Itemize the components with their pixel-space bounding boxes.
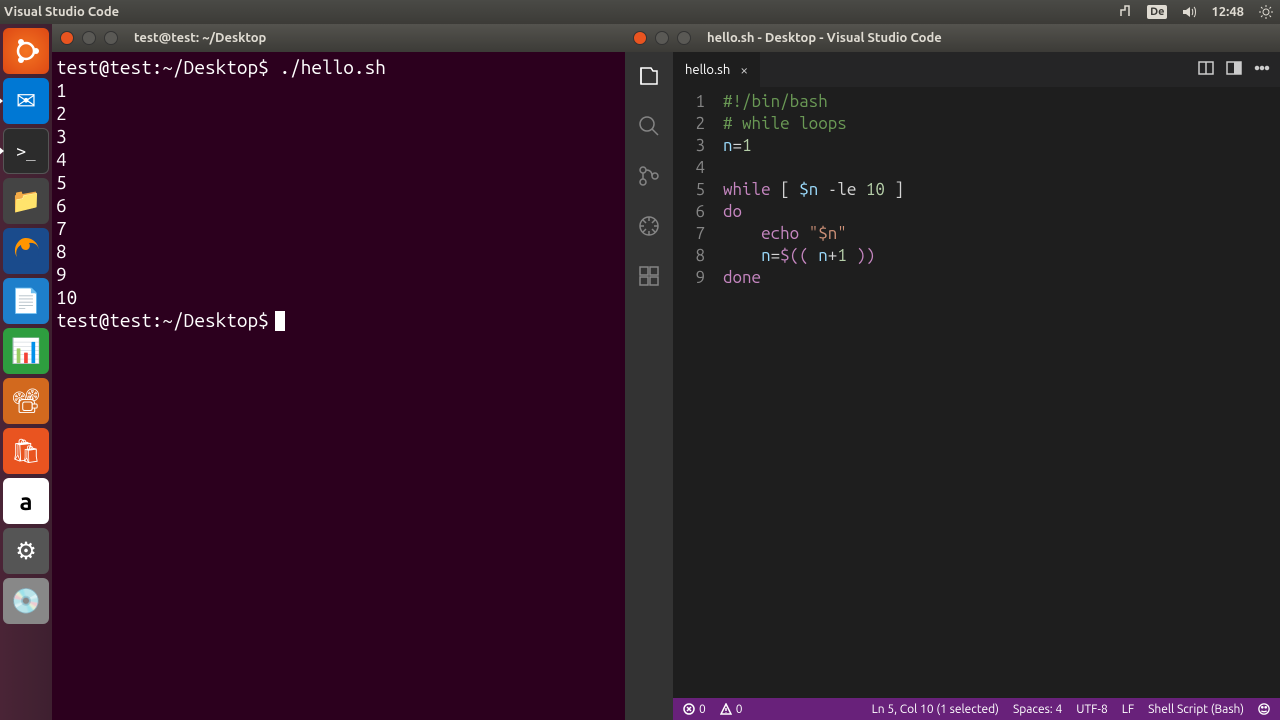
terminal-title: test@test: ~/Desktop: [134, 31, 266, 45]
unity-launcher: ✉ >_ 📁 📄 📊 📽 🛍 a ⚙ 💿: [0, 24, 52, 720]
tab-label: hello.sh: [685, 63, 730, 77]
code-content[interactable]: #!/bin/bash # while loops n=1 while [ $n…: [723, 91, 1280, 698]
minimize-button[interactable]: [82, 31, 96, 45]
code-line-3: n=1: [723, 135, 1280, 157]
split-preview-icon[interactable]: [1198, 60, 1214, 80]
status-warnings[interactable]: 0: [720, 703, 743, 716]
terminal-output: 4: [56, 148, 621, 171]
terminal-output: 1: [56, 79, 621, 102]
status-encoding[interactable]: UTF-8: [1076, 703, 1107, 716]
terminal-output: 3: [56, 125, 621, 148]
vscode-title: hello.sh - Desktop - Visual Studio Code: [707, 31, 942, 45]
launcher-terminal[interactable]: >_: [3, 128, 49, 174]
terminal-output: 10: [56, 286, 621, 309]
terminal-output: 6: [56, 194, 621, 217]
volume-icon[interactable]: [1181, 4, 1197, 20]
launcher-calc[interactable]: 📊: [3, 328, 49, 374]
terminal-prompt: test@test:~/Desktop$: [56, 309, 269, 331]
editor-area: hello.sh × 123456789 #!/bin/bash # while…: [673, 52, 1280, 720]
launcher-software[interactable]: 🛍: [3, 428, 49, 474]
network-icon[interactable]: [1117, 4, 1133, 20]
vscode-main: hello.sh × 123456789 #!/bin/bash # while…: [625, 52, 1280, 720]
minimize-button[interactable]: [655, 31, 669, 45]
terminal-output: 7: [56, 217, 621, 240]
close-button[interactable]: [633, 31, 647, 45]
terminal-titlebar[interactable]: test@test: ~/Desktop: [52, 24, 625, 52]
more-icon[interactable]: [1254, 60, 1270, 80]
gear-icon[interactable]: [1258, 4, 1274, 20]
feedback-icon[interactable]: [1258, 703, 1270, 715]
launcher-amazon[interactable]: a: [3, 478, 49, 524]
close-button[interactable]: [60, 31, 74, 45]
vscode-window: hello.sh - Desktop - Visual Studio Code …: [625, 24, 1280, 720]
extensions-icon[interactable]: [635, 262, 663, 290]
code-line-7: echo "$n": [723, 223, 1280, 245]
explorer-icon[interactable]: [635, 62, 663, 90]
system-tray: De 12:48: [1117, 4, 1280, 20]
terminal-cursor: [275, 311, 285, 331]
top-panel: Visual Studio Code De 12:48: [0, 0, 1280, 24]
source-control-icon[interactable]: [635, 162, 663, 190]
maximize-button[interactable]: [104, 31, 118, 45]
terminal-body[interactable]: test@test:~/Desktop$ ./hello.sh 1 2 3 4 …: [52, 52, 625, 720]
status-spaces[interactable]: Spaces: 4: [1013, 703, 1062, 716]
terminal-prompt: test@test:~/Desktop$: [56, 56, 269, 78]
debug-icon[interactable]: [635, 212, 663, 240]
launcher-mail[interactable]: ✉: [3, 78, 49, 124]
terminal-output: 2: [56, 102, 621, 125]
status-eol[interactable]: LF: [1122, 703, 1134, 716]
code-line-8: n=$(( n+1 )): [723, 245, 1280, 267]
maximize-button[interactable]: [677, 31, 691, 45]
activity-bar: [625, 52, 673, 720]
status-bar: 0 0 Ln 5, Col 10 (1 selected) Spaces: 4 …: [673, 698, 1280, 720]
tab-actions: [1198, 52, 1280, 87]
status-position[interactable]: Ln 5, Col 10 (1 selected): [872, 703, 999, 716]
app-title: Visual Studio Code: [0, 5, 119, 19]
terminal-output: 5: [56, 171, 621, 194]
terminal-window: test@test: ~/Desktop test@test:~/Desktop…: [52, 24, 625, 720]
split-editor-icon[interactable]: [1226, 60, 1242, 80]
tab-bar: hello.sh ×: [673, 52, 1280, 87]
tab-close-icon[interactable]: ×: [740, 62, 748, 78]
code-line-5: while [ $n -le 10 ]: [723, 179, 1280, 201]
tab-hello-sh[interactable]: hello.sh ×: [673, 52, 761, 87]
launcher-firefox[interactable]: [3, 228, 49, 274]
vscode-titlebar[interactable]: hello.sh - Desktop - Visual Studio Code: [625, 24, 1280, 52]
launcher-disk[interactable]: 💿: [3, 578, 49, 624]
editor-body[interactable]: 123456789 #!/bin/bash # while loops n=1 …: [673, 87, 1280, 698]
code-line-4: [723, 157, 1280, 179]
launcher-settings[interactable]: ⚙: [3, 528, 49, 574]
terminal-output: 8: [56, 240, 621, 263]
launcher-impress[interactable]: 📽: [3, 378, 49, 424]
terminal-output: 9: [56, 263, 621, 286]
launcher-dash[interactable]: [3, 28, 49, 74]
terminal-command: ./hello.sh: [279, 56, 385, 78]
line-gutter: 123456789: [673, 91, 723, 698]
keyboard-indicator[interactable]: De: [1147, 5, 1167, 19]
launcher-files[interactable]: 📁: [3, 178, 49, 224]
clock[interactable]: 12:48: [1211, 5, 1244, 19]
launcher-writer[interactable]: 📄: [3, 278, 49, 324]
search-icon[interactable]: [635, 112, 663, 140]
status-language[interactable]: Shell Script (Bash): [1148, 703, 1244, 716]
status-errors[interactable]: 0: [683, 703, 706, 716]
